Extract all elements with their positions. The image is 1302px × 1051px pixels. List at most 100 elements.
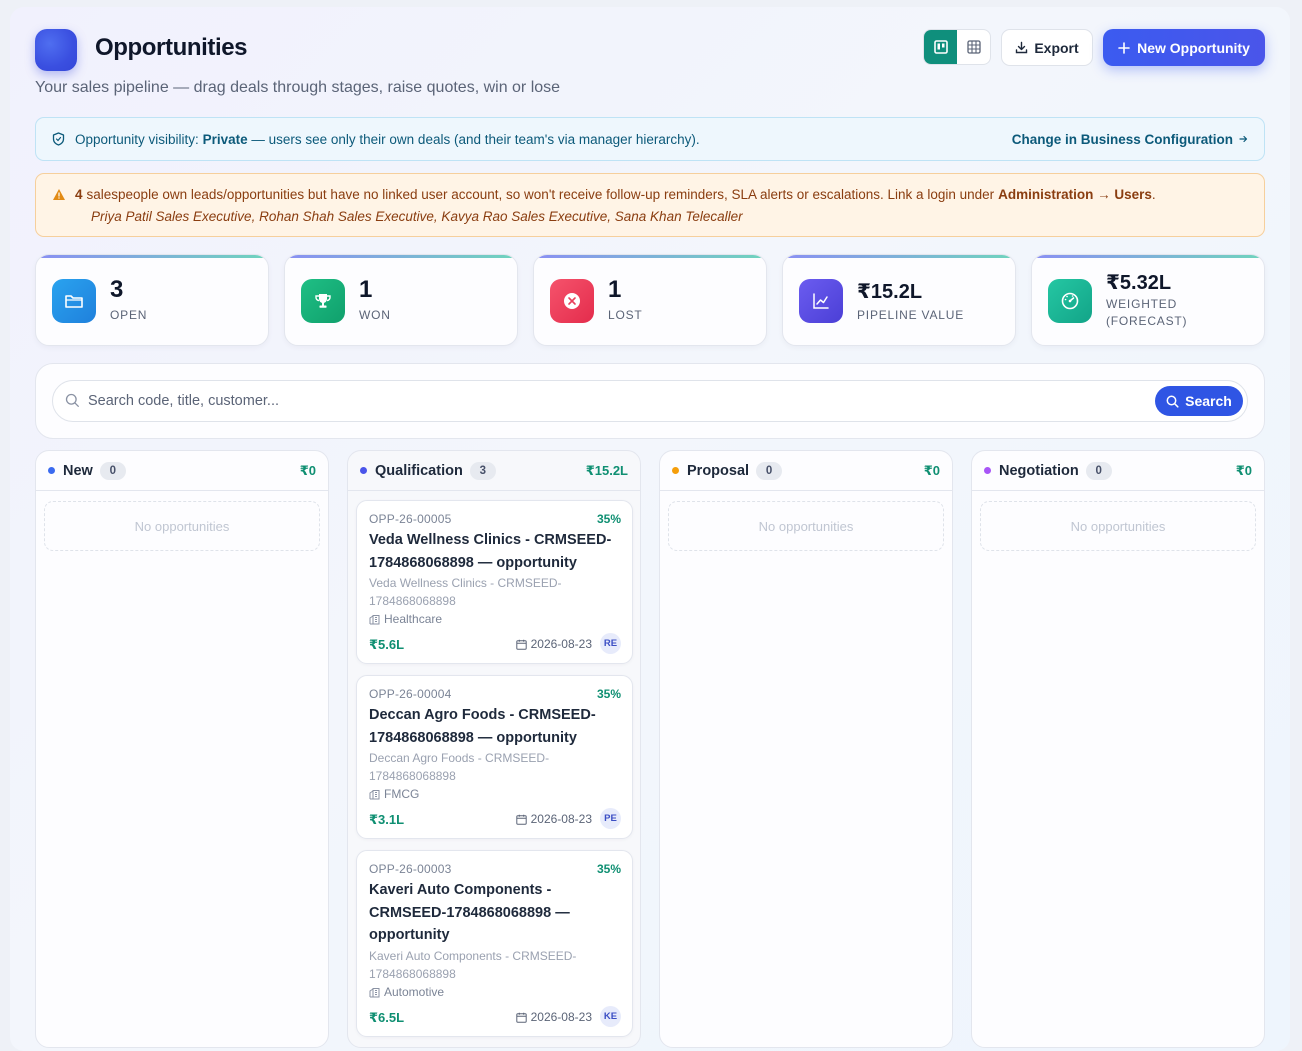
customer-name: Deccan Agro Foods - CRMSEED-178486806889…	[369, 751, 550, 783]
stage-dot	[48, 467, 55, 474]
customer-name: Kaveri Auto Components - CRMSEED-1784868…	[369, 949, 577, 981]
visibility-suffix: — users see only their own deals (and th…	[251, 131, 700, 147]
trend-chart-icon	[799, 279, 843, 323]
opportunity-code: OPP-26-00004	[369, 687, 452, 701]
empty-drop-zone[interactable]: No opportunities	[980, 501, 1256, 551]
table-icon	[966, 40, 981, 54]
trophy-icon	[301, 279, 345, 323]
column-qualification: Qualification 3 ₹15.2L OPP-26-00005 35% …	[347, 450, 641, 1048]
search-icon	[1166, 395, 1179, 408]
page-subtitle: Your sales pipeline — drag deals through…	[35, 79, 561, 96]
stage-dot	[984, 467, 991, 474]
visibility-prefix: Opportunity visibility:	[75, 131, 199, 147]
column-total: ₹0	[299, 462, 316, 478]
search-icon	[65, 393, 79, 407]
stat-lost: 1 LOST	[533, 254, 767, 346]
stat-label: WON	[359, 308, 391, 322]
opportunity-card[interactable]: OPP-26-00003 35% Kaveri Auto Components …	[356, 850, 633, 1037]
admin-users-link[interactable]: Administration → Users	[998, 186, 1152, 203]
industry: FMCG	[369, 787, 419, 801]
gauge-icon	[1048, 279, 1092, 323]
stat-open: 3 OPEN	[35, 254, 269, 346]
column-total: ₹15.2L	[585, 462, 628, 478]
folder-icon	[52, 279, 96, 323]
column-count: 3	[469, 461, 496, 480]
building-icon	[369, 614, 380, 624]
column-new: New 0 ₹0 No opportunities	[35, 450, 329, 1048]
board-view-button[interactable]	[924, 30, 957, 64]
stat-label: WEIGHTED (FORECAST)	[1106, 297, 1188, 328]
warning-text: salespeople own leads/opportunities but …	[86, 187, 995, 202]
probability: 35%	[596, 687, 621, 701]
warning-end: .	[1151, 187, 1156, 202]
view-toggle	[923, 29, 991, 65]
opportunity-value: ₹6.5L	[369, 1010, 405, 1025]
calendar-icon	[515, 814, 527, 825]
x-circle-icon	[550, 279, 594, 323]
search-button[interactable]: Search	[1155, 386, 1243, 416]
app-logo	[35, 29, 77, 71]
stat-label: PIPELINE VALUE	[857, 308, 965, 322]
column-name: Qualification	[375, 462, 463, 479]
stat-label: LOST	[608, 308, 643, 322]
building-icon	[369, 789, 380, 799]
new-opportunity-button[interactable]: New Opportunity	[1103, 29, 1265, 66]
warning-count: 4	[75, 187, 83, 202]
stat-pipeline-value: ₹15.2L PIPELINE VALUE	[782, 254, 1016, 346]
stage-dot	[360, 467, 367, 474]
export-label: Export	[1034, 39, 1079, 56]
empty-drop-zone[interactable]: No opportunities	[668, 501, 944, 551]
opportunity-code: OPP-26-00005	[369, 512, 452, 526]
opportunity-card[interactable]: OPP-26-00004 35% Deccan Agro Foods - CRM…	[356, 675, 633, 839]
stat-value: ₹15.2L	[857, 281, 923, 303]
table-view-button[interactable]	[957, 30, 990, 64]
opportunity-code: OPP-26-00003	[369, 862, 452, 876]
empty-drop-zone[interactable]: No opportunities	[44, 501, 320, 551]
industry: Automotive	[369, 985, 444, 999]
column-count: 0	[99, 461, 126, 480]
download-icon	[1016, 41, 1028, 54]
industry: Healthcare	[369, 612, 442, 626]
opportunity-value: ₹3.1L	[369, 812, 405, 827]
column-count: 0	[1085, 461, 1112, 480]
close-date: 2026-08-23	[515, 637, 592, 651]
visibility-text: Opportunity visibility: Private — users …	[75, 132, 700, 147]
search-input[interactable]	[88, 390, 1138, 412]
opportunity-title: Deccan Agro Foods - CRMSEED-178486806889…	[369, 707, 596, 746]
owner-avatar: RE	[600, 633, 621, 654]
close-date: 2026-08-23	[515, 812, 592, 826]
calendar-icon	[515, 1012, 527, 1023]
kanban-icon	[933, 40, 948, 54]
new-opportunity-label: New Opportunity	[1137, 39, 1250, 56]
page-title: Opportunities	[95, 34, 248, 61]
column-negotiation: Negotiation 0 ₹0 No opportunities	[971, 450, 1265, 1048]
column-name: New	[63, 462, 93, 479]
close-date-value: 2026-08-23	[530, 1010, 592, 1024]
column-header: Negotiation 0 ₹0	[972, 451, 1264, 491]
column-proposal: Proposal 0 ₹0 No opportunities	[659, 450, 953, 1048]
export-button[interactable]: Export	[1001, 29, 1093, 66]
search-field: Search	[52, 380, 1248, 422]
opportunity-title: Kaveri Auto Components - CRMSEED-1784868…	[369, 882, 570, 943]
stat-value: 1	[608, 276, 622, 303]
opportunity-card[interactable]: OPP-26-00005 35% Veda Wellness Clinics -…	[356, 500, 633, 664]
arrow-right-icon	[1239, 135, 1248, 143]
search-button-label: Search	[1185, 393, 1232, 409]
stat-label: OPEN	[110, 308, 148, 322]
business-config-link[interactable]: Change in Business Configuration	[1012, 132, 1248, 147]
visibility-banner: Opportunity visibility: Private — users …	[35, 117, 1265, 161]
opportunity-value: ₹5.6L	[369, 637, 405, 652]
stat-won: 1 WON	[284, 254, 518, 346]
shield-icon	[52, 132, 65, 146]
plus-icon	[1118, 41, 1130, 54]
stat-weighted-forecast: ₹5.32L WEIGHTED (FORECAST)	[1031, 254, 1265, 346]
search-panel: Search	[35, 363, 1265, 439]
business-config-label: Change in Business Configuration	[1011, 131, 1233, 147]
warning-people-list: Priya Patil Sales Executive, Rohan Shah …	[91, 209, 743, 224]
stat-value: 3	[110, 276, 124, 303]
column-total: ₹0	[923, 462, 940, 478]
column-count: 0	[756, 461, 783, 480]
column-header: Proposal 0 ₹0	[660, 451, 952, 491]
calendar-icon	[515, 639, 527, 650]
column-name: Proposal	[687, 462, 750, 479]
